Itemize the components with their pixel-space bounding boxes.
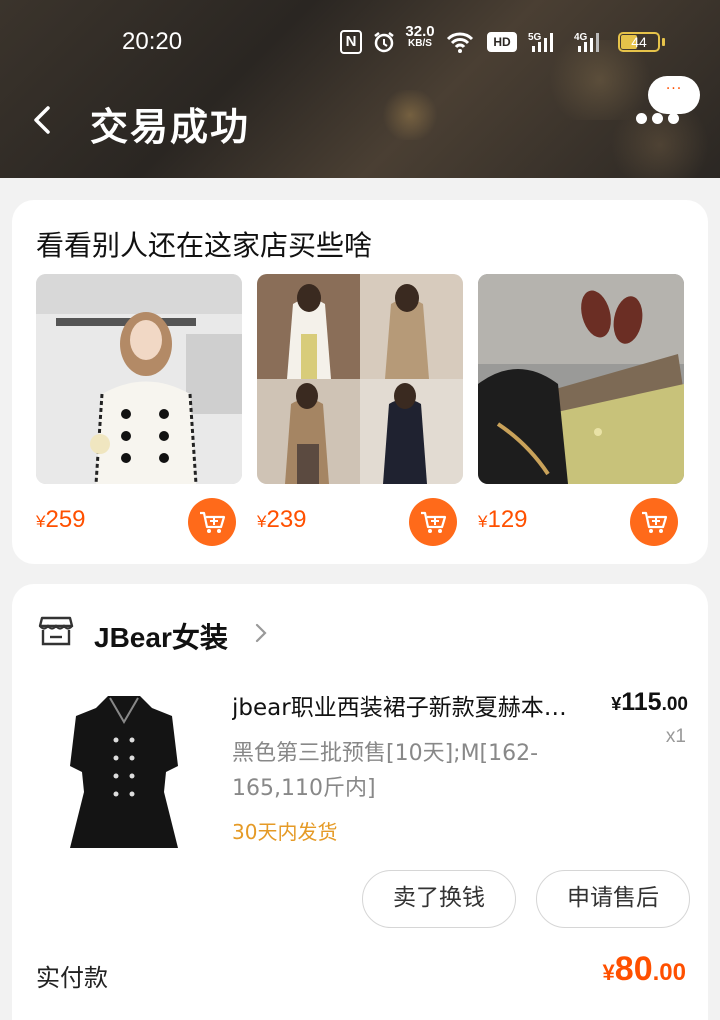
nfc-icon: N	[340, 30, 362, 54]
chevron-left-icon	[34, 106, 50, 134]
status-time: 20:20	[122, 28, 183, 55]
recommendations-card: 看看别人还在这家店买些啥 ¥259 ¥239 ¥129	[12, 200, 708, 564]
add-to-cart-button[interactable]	[188, 498, 236, 546]
more-dots-icon	[668, 113, 679, 124]
alarm-icon	[372, 30, 396, 54]
page-title: 交易成功	[90, 105, 251, 149]
price-value: 129	[487, 506, 528, 533]
signal-4g-icon: 4G	[574, 30, 606, 54]
more-dots-icon	[652, 113, 663, 124]
message-button[interactable]: ···	[648, 76, 700, 114]
status-bar: 20:20 N 32.0 KB/S HD 5G 4G 44	[0, 20, 720, 64]
paid-amount: ¥80.00	[603, 950, 686, 989]
after-sale-button[interactable]: 申请售后	[536, 870, 690, 928]
store-icon	[38, 614, 74, 648]
chat-bubble-icon: ···	[665, 81, 683, 97]
header-bar: 20:20 N 32.0 KB/S HD 5G 4G 44 交易成功 ···	[0, 0, 720, 178]
battery-icon: 44	[618, 32, 660, 52]
order-item-quantity: x1	[665, 726, 686, 747]
battery-level: 44	[631, 34, 647, 50]
product-image[interactable]	[478, 274, 684, 484]
sell-button[interactable]: 卖了换钱	[362, 870, 516, 928]
product-image[interactable]	[36, 274, 242, 484]
currency-symbol: ¥	[602, 960, 615, 985]
product-card[interactable]: ¥239	[257, 274, 463, 546]
currency-symbol: ¥	[611, 694, 622, 714]
order-item-title[interactable]: jbear职业西装裙子新款夏赫本风黑色连衣裙	[232, 688, 582, 722]
order-card: JBear女装 jbear职业西装裙子新款夏赫本风黑色连衣裙 黑色第三批预售[1…	[12, 584, 708, 1020]
order-item-price: ¥115.00	[611, 688, 688, 717]
chevron-right-icon	[252, 620, 270, 646]
shipping-note: 30天内发货	[232, 820, 338, 844]
product-image[interactable]	[257, 274, 463, 484]
price-value: 239	[266, 506, 307, 533]
price-value: 259	[45, 506, 86, 533]
add-to-cart-button[interactable]	[409, 498, 457, 546]
price-decimal: .00	[661, 694, 688, 715]
more-dots-icon	[636, 113, 647, 124]
product-card[interactable]: ¥259	[36, 274, 242, 546]
add-to-cart-icon	[642, 511, 668, 533]
add-to-cart-icon	[200, 511, 226, 533]
network-speed: 32.0 KB/S	[403, 23, 437, 50]
order-item-spec: 黑色第三批预售[10天];M[162-165,110斤内]	[232, 741, 539, 801]
product-price: ¥239	[257, 506, 307, 534]
header-decoration	[380, 90, 440, 140]
product-price: ¥129	[478, 506, 528, 534]
wifi-icon	[446, 30, 474, 54]
paid-decimal: .00	[652, 959, 686, 986]
add-to-cart-button[interactable]	[630, 498, 678, 546]
more-button[interactable]	[636, 113, 680, 125]
price-integer: 115	[621, 688, 662, 716]
svg-text:5G: 5G	[528, 32, 542, 43]
paid-amount-label: 实付款	[36, 964, 108, 992]
network-speed-unit: KB/S	[408, 38, 432, 49]
order-item-image[interactable]	[32, 682, 216, 866]
store-name[interactable]: JBear女装	[94, 616, 228, 656]
signal-5g-icon: 5G	[528, 30, 556, 54]
back-button[interactable]	[26, 100, 60, 140]
product-card[interactable]: ¥129	[478, 274, 684, 546]
svg-text:4G: 4G	[574, 32, 588, 43]
recommendations-title: 看看别人还在这家店买些啥	[36, 229, 373, 262]
product-price: ¥259	[36, 506, 86, 534]
battery-tip	[662, 38, 665, 46]
network-speed-value: 32.0	[405, 23, 435, 40]
hd-icon: HD	[487, 32, 517, 52]
add-to-cart-icon	[421, 511, 447, 533]
paid-integer: 80	[614, 950, 653, 988]
